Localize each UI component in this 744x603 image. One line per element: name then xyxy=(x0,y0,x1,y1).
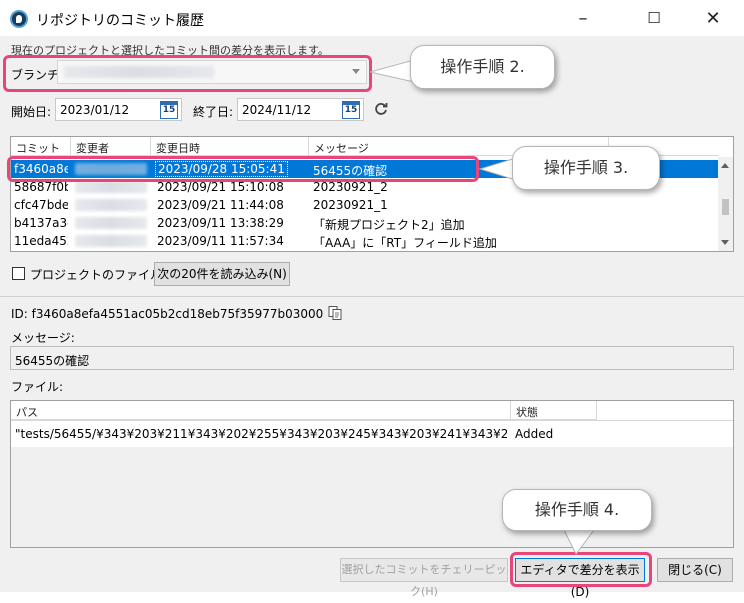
window-title: リポジトリのコミット履歴 xyxy=(36,13,204,29)
commit-date: 2023/09/11 11:57:34 xyxy=(157,234,284,248)
maximize-button[interactable]: ☐ xyxy=(631,0,677,36)
author-redacted xyxy=(75,199,147,211)
scroll-down-icon[interactable] xyxy=(721,240,729,245)
file-path: "tests/56455/¥343¥203¥211¥343¥202¥255¥34… xyxy=(15,427,507,441)
column-header-author[interactable]: 変更者 xyxy=(71,137,151,156)
table-row[interactable]: 11eda452 2023/09/11 11:57:34 「AAA」に「RT」フ… xyxy=(11,232,719,250)
commit-id: 11eda452 xyxy=(14,234,68,248)
message-field[interactable]: 56455の確認 xyxy=(10,346,734,370)
commit-message: 20230921_1 xyxy=(313,198,388,212)
step2-callout: 操作手順 2. xyxy=(410,45,555,89)
calendar-icon[interactable]: 15 xyxy=(160,101,178,119)
file-row[interactable]: "tests/56455/¥343¥203¥211¥343¥202¥255¥34… xyxy=(11,421,733,447)
column-header-date[interactable]: 変更日時 xyxy=(151,137,309,156)
end-date-label: 終了日: xyxy=(193,105,234,119)
vertical-scrollbar[interactable] xyxy=(718,157,733,251)
commit-id: cfc47bde xyxy=(14,198,68,212)
author-redacted xyxy=(75,235,147,247)
calendar-icon[interactable]: 15 xyxy=(342,101,360,119)
cherry-pick-button[interactable]: 選択したコミットをチェリーピック(H) xyxy=(340,558,508,598)
file-table-header: パス 状態 xyxy=(11,401,733,421)
author-redacted xyxy=(75,217,147,229)
commit-message: 「AAA」に「RT」フィールド追加 xyxy=(313,236,497,250)
title-bar: リポジトリのコミット履歴 – ☐ ✕ xyxy=(0,0,744,36)
commit-date: 2023/09/11 13:38:29 xyxy=(157,216,284,230)
commit-message: 20230921_2 xyxy=(313,180,388,194)
scroll-thumb[interactable] xyxy=(722,199,729,215)
file-status: Added xyxy=(515,427,554,441)
close-window-button[interactable]: ✕ xyxy=(690,0,736,36)
table-row[interactable]: cfc47bde 2023/09/21 11:44:08 20230921_1 xyxy=(11,196,719,214)
commit-id-text: ID: f3460a8efa4551ac05b2cd18eb75f35977b0… xyxy=(11,307,324,321)
step4-callout: 操作手順 4. xyxy=(502,489,652,531)
start-date-label: 開始日: xyxy=(11,105,52,119)
column-header-commit[interactable]: コミット xyxy=(11,137,71,156)
files-label: ファイル: xyxy=(11,380,64,394)
step2-callout-tail xyxy=(369,59,415,83)
scroll-up-icon[interactable] xyxy=(721,163,729,168)
copy-icon[interactable] xyxy=(327,305,343,321)
commit-message: 「新規プロジェクト2」追加 xyxy=(313,218,465,232)
end-date-field[interactable]: 2024/11/12 15 xyxy=(237,98,364,121)
commit-date: 2023/09/21 15:10:08 xyxy=(157,180,284,194)
step3-highlight xyxy=(7,156,479,182)
column-header-status[interactable]: 状態 xyxy=(511,401,597,420)
commit-date: 2023/09/21 11:44:08 xyxy=(157,198,284,212)
author-redacted xyxy=(75,181,147,193)
message-label: メッセージ: xyxy=(11,331,75,345)
message-value: 56455の確認 xyxy=(15,354,90,368)
close-button[interactable]: 閉じる(C) xyxy=(657,558,733,582)
step4-callout-tail xyxy=(563,529,595,555)
start-date-value: 2023/01/12 xyxy=(60,103,130,117)
table-row[interactable]: b4137a3c 2023/09/11 13:38:29 「新規プロジェクト2」… xyxy=(11,214,719,232)
section-divider xyxy=(0,296,744,297)
load-next-button[interactable]: 次の20件を読み込み(N) xyxy=(154,262,290,286)
app-icon xyxy=(10,10,28,28)
commit-id: b4137a3c xyxy=(14,216,68,230)
end-date-value: 2024/11/12 xyxy=(242,103,312,117)
commit-id: 58687f0b xyxy=(14,180,68,194)
refresh-icon[interactable] xyxy=(373,101,389,117)
project-only-checkbox[interactable] xyxy=(12,267,25,280)
step2-highlight xyxy=(3,55,372,92)
column-header-path[interactable]: パス xyxy=(11,401,511,420)
step3-callout: 操作手順 3. xyxy=(512,146,660,190)
start-date-field[interactable]: 2023/01/12 15 xyxy=(55,98,182,121)
step4-highlight xyxy=(510,552,652,587)
minimize-button[interactable]: – xyxy=(560,0,606,36)
